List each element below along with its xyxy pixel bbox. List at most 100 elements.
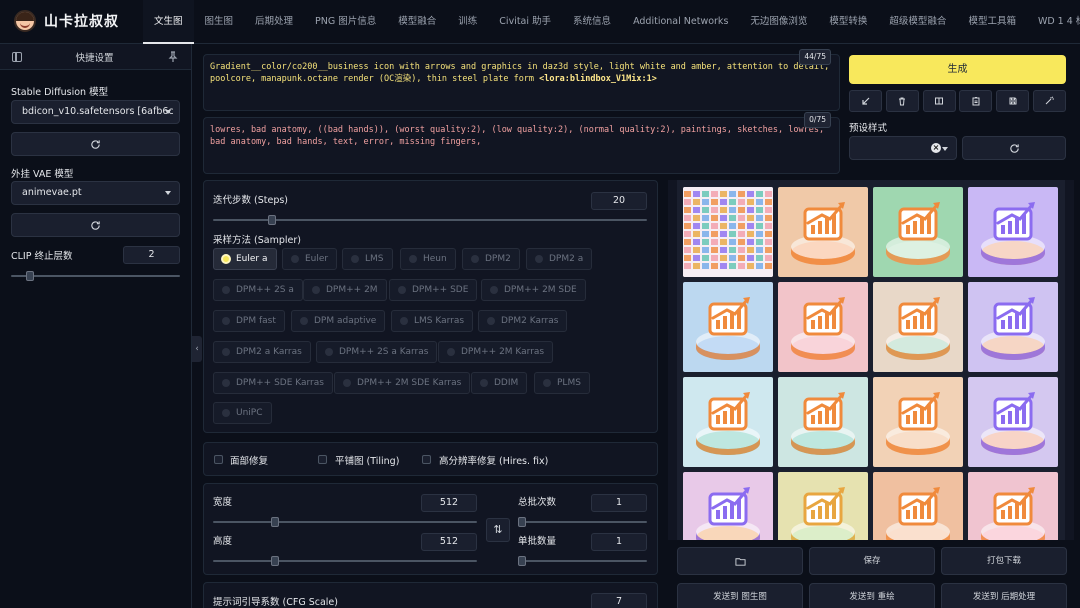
gallery-grid-thumbnail[interactable] <box>683 187 773 277</box>
generate-button[interactable]: 生成 <box>849 55 1066 84</box>
tab[interactable]: 模型融合 <box>387 0 447 44</box>
download-zip-button[interactable]: 打包下载 <box>941 547 1067 575</box>
batch-count-slider-thumb[interactable] <box>518 517 526 527</box>
sampler-radio[interactable]: Euler a <box>213 248 277 270</box>
tab[interactable]: Civitai 助手 <box>488 0 562 44</box>
sampler-radio[interactable]: DPM++ 2S a <box>213 279 303 301</box>
save-button[interactable]: 保存 <box>809 547 935 575</box>
sampler-radio[interactable]: DPM++ 2M SDE <box>481 279 586 301</box>
pin-icon[interactable] <box>167 50 179 63</box>
send-to-img2img-button[interactable]: 发送到 图生图 <box>677 583 803 608</box>
open-folder-button[interactable] <box>677 547 803 575</box>
preset-refresh-button[interactable] <box>962 136 1066 160</box>
clip-skip-slider-thumb[interactable] <box>26 271 34 281</box>
width-slider-track[interactable] <box>213 521 477 523</box>
clear-icon[interactable]: × <box>931 143 941 153</box>
hires-fix-checkbox[interactable] <box>422 455 431 464</box>
sampler-radio[interactable]: DPM2 <box>462 248 520 270</box>
width-slider-thumb[interactable] <box>271 517 279 527</box>
tiling-checkbox[interactable] <box>318 455 327 464</box>
preset-styles-select[interactable]: × <box>849 136 957 160</box>
batch-size-slider-track[interactable] <box>518 560 647 562</box>
gallery-thumbnail[interactable] <box>683 282 773 372</box>
gallery-thumbnail[interactable] <box>778 377 868 467</box>
gallery-thumbnail[interactable] <box>778 282 868 372</box>
sampler-radio[interactable]: DPM fast <box>213 310 285 332</box>
tab[interactable]: 后期处理 <box>244 0 304 44</box>
gallery-thumbnail[interactable] <box>683 377 773 467</box>
sampler-radio[interactable]: DPM2 a Karras <box>213 341 311 363</box>
gallery-thumbnail[interactable] <box>968 282 1058 372</box>
sd-model-refresh-button[interactable] <box>11 132 180 156</box>
gallery-thumbnail[interactable] <box>778 472 868 540</box>
tab[interactable]: 系统信息 <box>562 0 622 44</box>
height-slider-thumb[interactable] <box>271 556 279 566</box>
batch-size-slider-thumb[interactable] <box>518 556 526 566</box>
extra-networks-button[interactable] <box>922 90 956 112</box>
sd-model-select[interactable]: bdicon_v10.safetensors [6afb6c <box>11 100 180 124</box>
tab[interactable]: WD 1 4 标签 <box>1027 0 1080 44</box>
send-to-inpaint-button[interactable]: 发送到 重绘 <box>809 583 935 608</box>
sampler-radio[interactable]: DPM++ SDE <box>389 279 478 301</box>
cfg-input[interactable]: 7 <box>591 593 647 608</box>
sampler-radio[interactable]: DPM++ 2S a Karras <box>316 341 438 363</box>
collapse-sidebar-button[interactable]: ‹ <box>192 336 202 362</box>
height-slider-track[interactable] <box>213 560 477 562</box>
steps-slider-track[interactable] <box>213 219 647 221</box>
sampler-radio[interactable]: DPM++ 2M <box>303 279 387 301</box>
gallery-thumbnail[interactable] <box>873 377 963 467</box>
apply-style-button[interactable] <box>959 90 993 112</box>
sampler-radio[interactable]: UniPC <box>213 402 272 424</box>
sampler-radio[interactable]: DPM2 a <box>526 248 593 270</box>
sampler-radio[interactable]: DPM++ 2M SDE Karras <box>334 372 471 394</box>
swap-dimensions-button[interactable]: ⇅ <box>486 518 510 542</box>
batch-size-input[interactable]: 1 <box>591 533 647 551</box>
sampler-radio[interactable]: Euler <box>282 248 338 270</box>
save-style-button[interactable] <box>996 90 1030 112</box>
gallery-thumbnail[interactable] <box>873 187 963 277</box>
face-restore-checkbox[interactable] <box>214 455 223 464</box>
batch-count-input[interactable]: 1 <box>591 494 647 512</box>
tab[interactable]: 模型工具箱 <box>957 0 1027 44</box>
magic-wand-button[interactable] <box>1032 90 1066 112</box>
sampler-radio[interactable]: DPM++ 2M Karras <box>438 341 554 363</box>
send-to-extras-button[interactable]: 发送到 后期处理 <box>941 583 1067 608</box>
gallery-thumbnail[interactable] <box>873 282 963 372</box>
tab[interactable]: 无边图像浏览 <box>739 0 818 44</box>
tab[interactable]: 文生图 <box>143 0 194 44</box>
steps-input[interactable]: 20 <box>591 192 647 210</box>
sampler-radio[interactable]: Heun <box>400 248 456 270</box>
tab[interactable]: PNG 图片信息 <box>304 0 387 44</box>
clip-skip-input[interactable]: 2 <box>123 246 180 264</box>
tab[interactable]: 超级模型融合 <box>878 0 957 44</box>
sampler-radio[interactable]: DPM2 Karras <box>478 310 568 332</box>
gallery-thumbnail[interactable] <box>873 472 963 540</box>
read-params-button[interactable] <box>849 90 882 112</box>
tab[interactable]: 图生图 <box>194 0 245 44</box>
height-input[interactable]: 512 <box>421 533 477 551</box>
gallery-thumbnail[interactable] <box>968 377 1058 467</box>
vae-select[interactable]: animevae.pt <box>11 181 180 205</box>
tab[interactable]: 模型转换 <box>818 0 878 44</box>
sampler-radio[interactable]: DPM adaptive <box>291 310 386 332</box>
sidebar-toggle-icon[interactable] <box>12 51 22 62</box>
positive-prompt-input[interactable]: 44/75 Gradient__color/co200__business ic… <box>203 49 840 111</box>
width-input[interactable]: 512 <box>421 494 477 512</box>
gallery-thumbnail[interactable] <box>968 472 1058 540</box>
tab[interactable]: 训练 <box>447 0 488 44</box>
clear-prompt-button[interactable] <box>885 90 919 112</box>
sampler-radio[interactable]: LMS Karras <box>391 310 474 332</box>
gallery-thumbnail[interactable] <box>683 472 773 540</box>
sampler-radio[interactable]: LMS <box>342 248 393 270</box>
vae-refresh-button[interactable] <box>11 213 180 237</box>
tab[interactable]: Additional Networks <box>622 0 739 44</box>
steps-slider-thumb[interactable] <box>268 215 276 225</box>
negative-prompt-input[interactable]: 0/75 lowres, bad anatomy, ((bad hands)),… <box>203 112 840 174</box>
clip-skip-slider-track[interactable] <box>11 275 180 277</box>
sampler-radio[interactable]: DPM++ SDE Karras <box>213 372 333 394</box>
sampler-radio[interactable]: PLMS <box>534 372 590 394</box>
gallery-thumbnail[interactable] <box>968 187 1058 277</box>
gallery-thumbnail[interactable] <box>778 187 868 277</box>
batch-count-slider-track[interactable] <box>518 521 647 523</box>
sampler-radio[interactable]: DDIM <box>471 372 528 394</box>
